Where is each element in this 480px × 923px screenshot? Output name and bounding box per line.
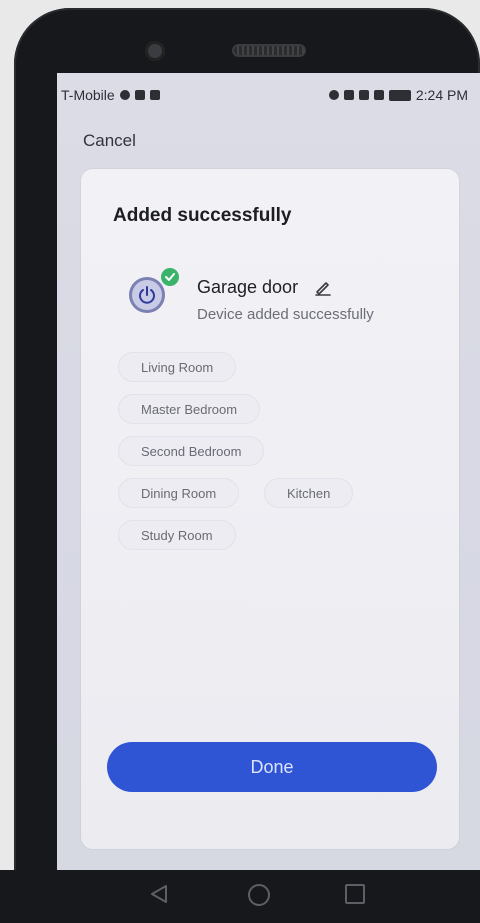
- back-icon[interactable]: [150, 884, 168, 909]
- recent-apps-icon[interactable]: [345, 884, 365, 904]
- room-tag-master-bedroom[interactable]: Master Bedroom: [118, 394, 261, 424]
- carrier-label: T-Mobile: [61, 87, 115, 103]
- cancel-button[interactable]: Cancel: [83, 131, 136, 151]
- message-icon: [134, 90, 145, 100]
- bluetooth-icon: [343, 90, 354, 100]
- device-name: Garage door: [197, 277, 299, 297]
- screen: T-Mobile 2:24 PM Cancel Added successful…: [57, 73, 480, 878]
- added-dialog: Added successfully Garage door Device ad…: [81, 169, 459, 849]
- earpiece-speaker: [232, 44, 306, 57]
- wifi-icon: [358, 90, 369, 100]
- room-tag-living-room[interactable]: Living Room: [118, 352, 237, 382]
- device-status: Device added successfully: [197, 306, 374, 323]
- notification-icon: [119, 90, 130, 100]
- room-tag-second-bedroom[interactable]: Second Bedroom: [118, 436, 265, 466]
- navigation-bar: [0, 870, 480, 923]
- mail-icon: [149, 90, 160, 100]
- nfc-icon: [328, 90, 339, 100]
- home-icon[interactable]: [248, 884, 270, 906]
- status-right: 2:24 PM: [328, 87, 468, 103]
- battery-icon: [388, 89, 411, 101]
- status-bar: T-Mobile 2:24 PM: [57, 73, 480, 117]
- room-tag-kitchen[interactable]: Kitchen: [264, 478, 354, 508]
- signal-icon: [373, 90, 384, 100]
- dialog-title: Added successfully: [113, 205, 292, 226]
- phone-frame: T-Mobile 2:24 PM Cancel Added successful…: [14, 8, 480, 923]
- power-icon: [129, 277, 165, 313]
- check-icon: [161, 268, 179, 286]
- clock: 2:24 PM: [415, 87, 468, 103]
- front-camera: [145, 41, 165, 61]
- done-button[interactable]: Done: [107, 742, 437, 792]
- status-left: T-Mobile: [61, 87, 160, 103]
- room-tag-dining-room[interactable]: Dining Room: [118, 478, 240, 508]
- pencil-icon[interactable]: [313, 277, 333, 302]
- room-tag-study-room[interactable]: Study Room: [118, 520, 236, 550]
